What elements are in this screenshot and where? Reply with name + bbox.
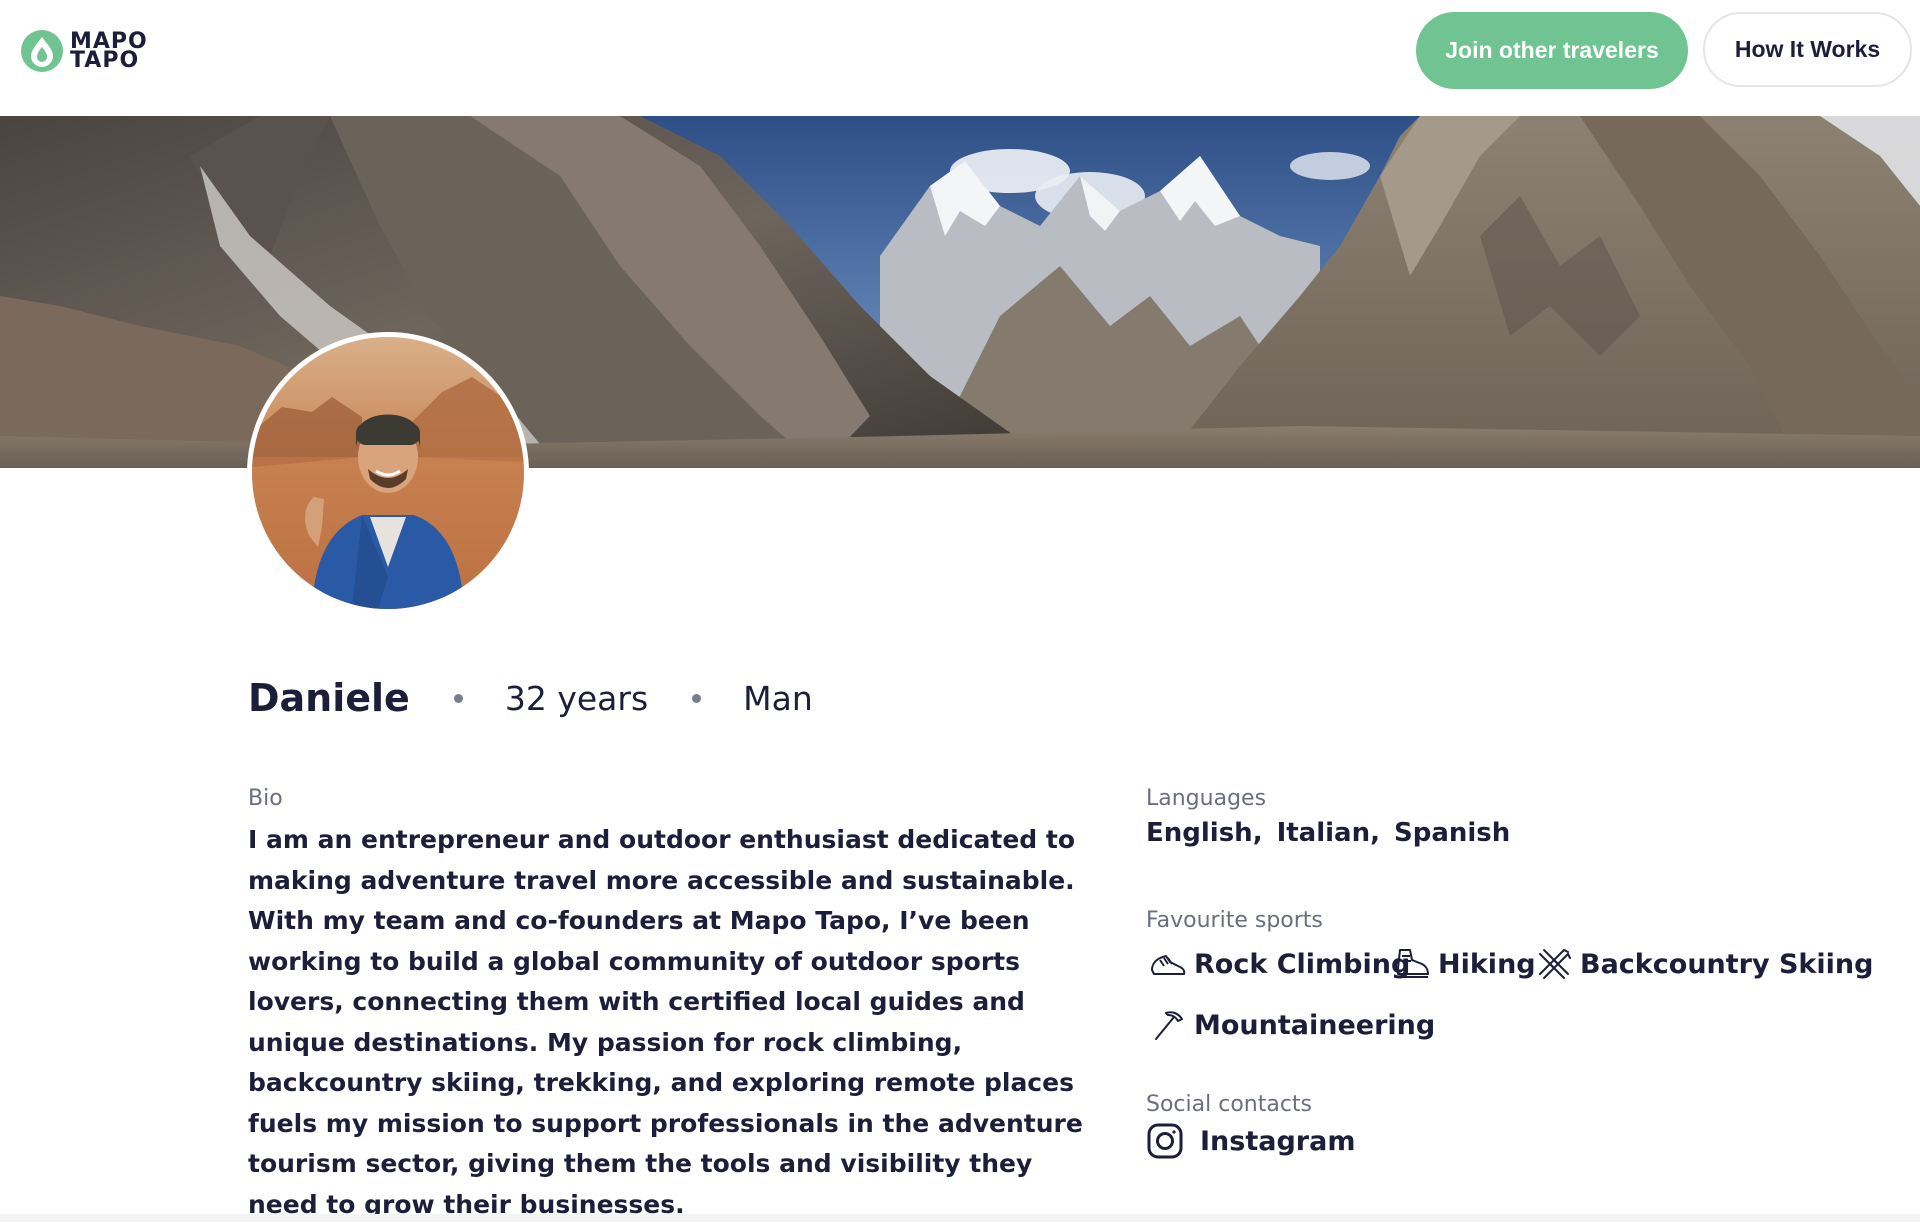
profile-age: 32 years [504, 678, 649, 718]
logo-wordmark: MAPO TAPO [70, 29, 148, 73]
hiking-boot-icon [1397, 949, 1429, 978]
page-bottom-divider [0, 1214, 1920, 1222]
instagram-label: Instagram [1200, 1125, 1356, 1157]
separator-dot [692, 693, 702, 703]
favourite-sports-label: Favourite sports [1146, 908, 1323, 933]
mapo-tapo-logo[interactable]: MAPO TAPO [20, 28, 190, 74]
separator-dot [453, 693, 463, 703]
sport-backcountry-skiing: Backcountry Skiing [1534, 944, 1873, 984]
top-navbar: MAPO TAPO Join other travelers How It Wo… [0, 0, 1920, 116]
language-item: English, [1146, 818, 1263, 848]
sport-hiking: Hiking [1392, 944, 1536, 984]
join-other-travelers-button[interactable]: Join other travelers [1416, 12, 1688, 89]
skis-icon [1539, 948, 1571, 979]
profile-header-row: Daniele 32 years Man [248, 668, 813, 728]
logo-drop-icon [21, 30, 63, 72]
instagram-icon [1147, 1123, 1183, 1159]
profile-avatar [247, 332, 529, 614]
sport-label: Hiking [1438, 948, 1536, 980]
bio-text: I am an entrepreneur and outdoor enthusi… [248, 825, 1083, 1219]
sport-mountaineering: Mountaineering [1148, 1005, 1435, 1045]
social-contacts-label: Social contacts [1146, 1092, 1313, 1117]
bio-label: Bio [248, 786, 283, 811]
language-item: Italian, [1276, 818, 1380, 848]
languages-list: English, Italian, Spanish [1146, 818, 1524, 848]
climbing-shoe-icon [1151, 955, 1186, 975]
sport-label: Backcountry Skiing [1580, 948, 1874, 980]
instagram-link[interactable]: Instagram [1146, 1122, 1355, 1160]
sport-rock-climbing: Rock Climbing [1148, 944, 1410, 984]
profile-gender: Man [743, 678, 813, 718]
how-it-works-button[interactable]: How It Works [1703, 12, 1912, 87]
profile-name: Daniele [248, 676, 410, 720]
languages-label: Languages [1146, 786, 1267, 811]
sport-label: Mountaineering [1194, 1009, 1436, 1041]
ice-axe-icon [1155, 1011, 1183, 1040]
language-item: Spanish [1393, 818, 1511, 848]
sport-label: Rock Climbing [1194, 948, 1411, 980]
